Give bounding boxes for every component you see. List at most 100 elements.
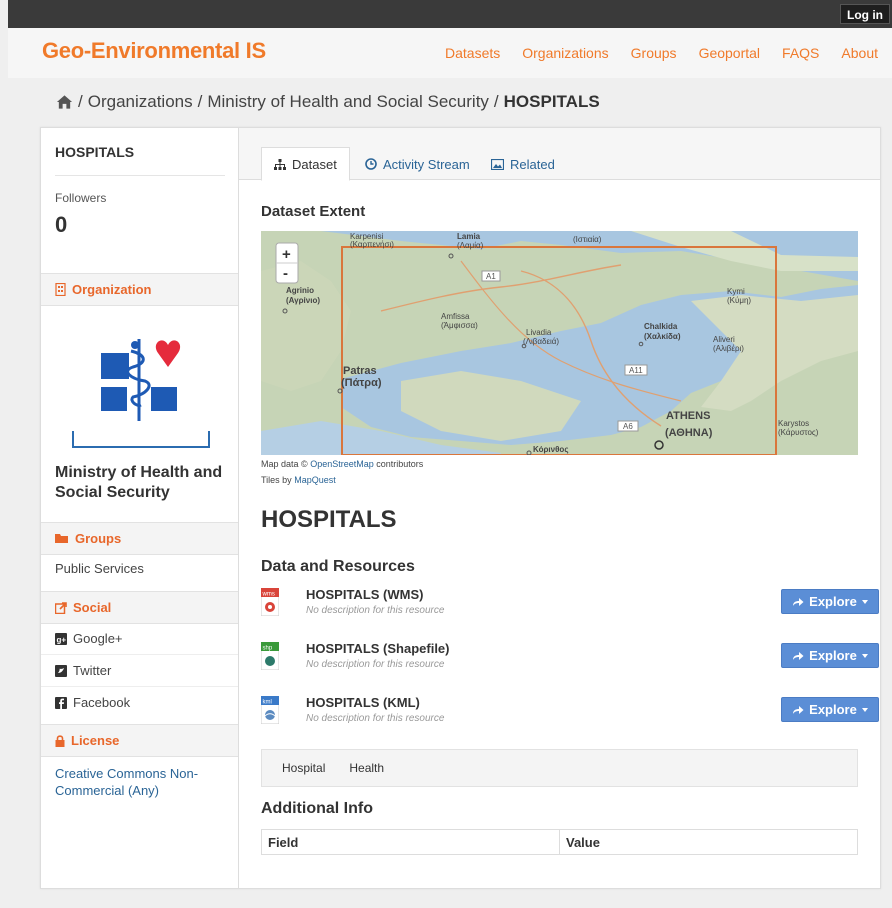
- resource-item[interactable]: shp HOSPITALS (Shapefile) No description…: [261, 640, 879, 680]
- sidebar-title: HOSPITALS: [55, 144, 135, 160]
- tab-activity-label: Activity Stream: [383, 156, 470, 172]
- divider: [55, 175, 225, 176]
- resource-name[interactable]: HOSPITALS (Shapefile): [306, 641, 450, 656]
- group-label[interactable]: Public Services: [55, 561, 144, 576]
- format-tag: wms: [262, 592, 275, 598]
- map-place-label: (Αγρίνιο): [286, 296, 320, 305]
- nav-datasets[interactable]: Datasets: [445, 45, 500, 61]
- google-plus-icon: g+: [55, 632, 67, 645]
- road-label: A6: [623, 422, 633, 431]
- nav-faqs[interactable]: FAQS: [782, 45, 819, 61]
- caret-down-icon: [861, 653, 868, 658]
- shp-file-icon: shp: [261, 642, 279, 670]
- caret-down-icon: [861, 707, 868, 712]
- google-plus-label[interactable]: Google+: [73, 631, 123, 646]
- nav-about[interactable]: About: [841, 45, 878, 61]
- home-icon[interactable]: [56, 94, 73, 110]
- map-place-label: (Λιβαδειά): [523, 337, 559, 346]
- map-place-label: (Καρπενήσι): [350, 240, 394, 249]
- explore-button[interactable]: Explore: [781, 589, 879, 614]
- explore-label: Explore: [809, 702, 857, 717]
- breadcrumb-current[interactable]: HOSPITALS: [504, 92, 600, 112]
- map-place-label: (Πάτρα): [341, 377, 382, 389]
- folder-icon: [55, 534, 68, 543]
- resource-name[interactable]: HOSPITALS (WMS): [306, 587, 423, 602]
- map-place-label: Agrinio: [286, 286, 314, 295]
- additional-info-heading: Additional Info: [261, 800, 373, 817]
- explore-label: Explore: [809, 648, 857, 663]
- license-link[interactable]: Creative Commons Non-Commercial (Any): [55, 765, 230, 799]
- map-tiles: Karpenisi (Καρπενήσι) Lamia (Λαμία) (Ιστ…: [261, 231, 858, 455]
- social-facebook[interactable]: Facebook: [55, 695, 130, 710]
- tab-dataset[interactable]: Dataset: [261, 147, 350, 181]
- tiles-prefix: Tiles by: [261, 475, 292, 485]
- lock-icon: [55, 734, 65, 747]
- breadcrumb-separator: /: [78, 92, 83, 111]
- osm-link[interactable]: OpenStreetMap: [310, 459, 374, 469]
- share-icon: [55, 601, 67, 614]
- tag-item[interactable]: Health: [349, 761, 384, 775]
- license-heading-label: License: [71, 733, 120, 748]
- column-header-field: Field: [262, 830, 560, 854]
- social-heading: Social: [41, 591, 238, 624]
- breadcrumb: / Organizations / Ministry of Health and…: [56, 92, 600, 112]
- map-place-label: Lamia: [457, 232, 481, 241]
- top-bar: Log in: [8, 0, 892, 28]
- share-arrow-icon: [793, 597, 804, 606]
- organization-heading-label: Organization: [72, 282, 152, 297]
- map-place-label: Livadia: [526, 328, 552, 337]
- divider: [41, 654, 238, 655]
- zoom-out-button[interactable]: -: [283, 265, 288, 282]
- content-panel: HOSPITALS Followers 0 Organization Minis…: [40, 127, 881, 889]
- resource-item[interactable]: wms HOSPITALS (WMS) No description for t…: [261, 586, 879, 626]
- breadcrumb-organizations[interactable]: Organizations: [88, 92, 193, 112]
- twitter-icon: [55, 664, 67, 677]
- extent-map[interactable]: Karpenisi (Καρπενήσι) Lamia (Λαμία) (Ιστ…: [261, 231, 858, 455]
- resource-item[interactable]: kml HOSPITALS (KML) No description for t…: [261, 694, 879, 734]
- sidebar: HOSPITALS Followers 0 Organization Minis…: [41, 128, 239, 888]
- tag-list: Hospital Health: [261, 749, 858, 787]
- social-google-plus[interactable]: g+ Google+: [55, 631, 123, 646]
- building-icon: [55, 283, 66, 296]
- breadcrumb-organization[interactable]: Ministry of Health and Social Security: [207, 92, 489, 112]
- social-twitter[interactable]: Twitter: [55, 663, 111, 678]
- ministry-logo[interactable]: [71, 313, 211, 453]
- group-item[interactable]: Public Services: [55, 561, 144, 576]
- site-brand[interactable]: Geo-Environmental IS: [42, 38, 266, 64]
- explore-button[interactable]: Explore: [781, 643, 879, 668]
- explore-button[interactable]: Explore: [781, 697, 879, 722]
- nav-geoportal[interactable]: Geoportal: [699, 45, 760, 61]
- nav-organizations[interactable]: Organizations: [522, 45, 608, 61]
- map-place-label: (Χαλκίδα): [644, 332, 681, 341]
- resources-heading: Data and Resources: [261, 558, 415, 575]
- map-place-label: (Ιστιαία): [573, 235, 602, 244]
- tab-related[interactable]: Related: [479, 147, 567, 181]
- nav-groups[interactable]: Groups: [631, 45, 677, 61]
- zoom-in-button[interactable]: +: [282, 246, 291, 263]
- organization-heading: Organization: [41, 273, 238, 306]
- resource-name[interactable]: HOSPITALS (KML): [306, 695, 420, 710]
- mapquest-link[interactable]: MapQuest: [294, 475, 336, 485]
- svg-text:g+: g+: [57, 635, 67, 644]
- tab-related-label: Related: [510, 156, 555, 172]
- tab-bar: Dataset Activity Stream Related: [239, 128, 880, 181]
- facebook-label[interactable]: Facebook: [73, 695, 130, 710]
- zoom-control: + -: [275, 242, 299, 284]
- format-tag: shp: [263, 646, 273, 652]
- map-place-label: Κόρινθος: [533, 445, 568, 454]
- map-place-label: (Κύμη): [727, 296, 751, 305]
- explore-label: Explore: [809, 594, 857, 609]
- column-header-value: Value: [566, 835, 600, 850]
- tag-item[interactable]: Hospital: [282, 761, 325, 775]
- login-button[interactable]: Log in: [840, 4, 890, 24]
- main-nav: Datasets Organizations Groups Geoportal …: [445, 45, 878, 61]
- organization-name[interactable]: Ministry of Health and Social Security: [55, 463, 235, 503]
- tab-activity-stream[interactable]: Activity Stream: [353, 147, 482, 181]
- breadcrumb-separator: /: [197, 92, 203, 111]
- resource-description: No description for this resource: [306, 713, 445, 724]
- groups-heading: Groups: [41, 522, 238, 555]
- tab-dataset-label: Dataset: [292, 156, 337, 172]
- license-heading: License: [41, 724, 238, 757]
- wms-file-icon: wms: [261, 588, 279, 616]
- twitter-label[interactable]: Twitter: [73, 663, 111, 678]
